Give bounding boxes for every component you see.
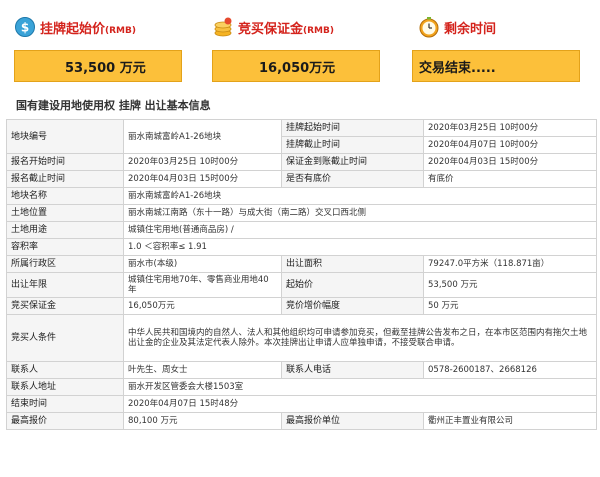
parcel-name-value: 丽水南城富岭A1-26地块 <box>123 187 597 205</box>
far-value: 1.0 ＜容积率≤ 1.91 <box>123 238 597 256</box>
end-time-value: 2020年04月07日 15时48分 <box>123 395 597 413</box>
svg-text:$: $ <box>21 21 29 35</box>
far-key: 容积率 <box>6 238 124 256</box>
location-key: 土地位置 <box>6 204 124 222</box>
table-row: 竞买保证金 16,050万元 竞价增价幅度 50 万元 <box>6 297 597 315</box>
remaining-value: 交易结束..... <box>412 50 580 82</box>
end-time-key: 结束时间 <box>6 395 124 413</box>
address-value: 丽水开发区管委会大楼1503室 <box>123 378 597 396</box>
parcel-no-key: 地块编号 <box>6 119 124 154</box>
deposit-row-value: 16,050万元 <box>123 297 282 315</box>
reg-end-value: 2020年04月03日 15时00分 <box>123 170 282 188</box>
summary-bar: $ 挂牌起始价(RMB) 53,500 万元 竞买保证金(RMB) 16,050… <box>0 0 600 90</box>
district-value: 丽水市(本级) <box>123 255 282 273</box>
max-bidder-key: 最高报价单位 <box>281 412 424 430</box>
contact-value: 叶先生、周女士 <box>123 361 282 379</box>
clock-icon <box>418 16 440 38</box>
start-price-unit: (RMB) <box>105 25 136 36</box>
term-key: 出让年限 <box>6 272 124 298</box>
max-bidder-value: 衢州正丰置业有限公司 <box>423 412 597 430</box>
parcel-no-value: 丽水南城富岭A1-26地块 <box>123 119 282 154</box>
area-value: 79247.0平方米（118.871亩） <box>423 255 597 273</box>
list-start-value: 2020年03月25日 10时00分 <box>423 119 597 137</box>
phone-key: 联系人电话 <box>281 361 424 379</box>
price-icon: $ <box>14 16 36 38</box>
table-row: 出让年限 城镇住宅用地70年、零售商业用地40年 起始价 53,500 万元 <box>6 272 597 298</box>
max-bid-value: 80,100 万元 <box>123 412 282 430</box>
parcel-name-key: 地块名称 <box>6 187 124 205</box>
list-start-key: 挂牌起始时间 <box>281 119 424 137</box>
section-title: 国有建设用地使用权 挂牌 出让基本信息 <box>16 99 211 112</box>
table-row: 竞买人条件 中华人民共和国境内的自然人、法人和其他组织均可申请参加竞买，但截至挂… <box>6 314 597 362</box>
usage-key: 土地用途 <box>6 221 124 239</box>
list-end-key: 挂牌截止时间 <box>281 136 424 154</box>
deposit-value: 16,050万元 <box>212 50 380 82</box>
phone-value: 0578-2600187、2668126 <box>423 361 597 379</box>
deposit-key: 竞买保证金 <box>6 297 124 315</box>
remaining-label: 剩余时间 <box>444 21 497 37</box>
reserve-key: 是否有底价 <box>281 170 424 188</box>
increment-key: 竞价增价幅度 <box>281 297 424 315</box>
table-row: 地块名称 丽水南城富岭A1-26地块 <box>6 187 597 205</box>
table-row: 土地位置 丽水南城江南路（东十一路）与成大街（南二路）交叉口西北侧 <box>6 204 597 222</box>
table-row: 土地用途 城镇住宅用地(普通商品房) / <box>6 221 597 239</box>
reg-end-key: 报名截止时间 <box>6 170 124 188</box>
contact-key: 联系人 <box>6 361 124 379</box>
reserve-value: 有底价 <box>423 170 597 188</box>
start-price-value: 53,500 万元 <box>14 50 182 82</box>
start-price-row-value: 53,500 万元 <box>423 272 597 298</box>
table-row: 报名开始时间 2020年03月25日 10时00分 保证金到账截止时间 2020… <box>6 153 597 171</box>
table-row: 联系人地址 丽水开发区管委会大楼1503室 <box>6 378 597 396</box>
table-row: 地块编号 丽水南城富岭A1-26地块 挂牌起始时间 2020年03月25日 10… <box>6 119 597 154</box>
reg-start-value: 2020年03月25日 10时00分 <box>123 153 282 171</box>
deposit-deadline-key: 保证金到账截止时间 <box>281 153 424 171</box>
max-bid-key: 最高报价 <box>6 412 124 430</box>
start-price-key: 起始价 <box>281 272 424 298</box>
list-end-value: 2020年04月07日 10时00分 <box>423 136 597 154</box>
address-key: 联系人地址 <box>6 378 124 396</box>
table-row: 最高报价 80,100 万元 最高报价单位 衢州正丰置业有限公司 <box>6 412 597 430</box>
location-value: 丽水南城江南路（东十一路）与成大街（南二路）交叉口西北侧 <box>123 204 597 222</box>
conditions-value: 中华人民共和国境内的自然人、法人和其他组织均可申请参加竞买，但截至挂牌公告发布之… <box>123 314 597 362</box>
start-price-label: 挂牌起始价 <box>40 21 106 37</box>
conditions-key: 竞买人条件 <box>6 314 124 362</box>
usage-value: 城镇住宅用地(普通商品房) / <box>123 221 597 239</box>
reg-start-key: 报名开始时间 <box>6 153 124 171</box>
deposit-label: 竞买保证金 <box>238 21 304 37</box>
term-value: 城镇住宅用地70年、零售商业用地40年 <box>123 272 282 298</box>
deposit-icon <box>212 16 234 38</box>
land-info-table: 地块编号 丽水南城富岭A1-26地块 挂牌起始时间 2020年03月25日 10… <box>6 119 597 430</box>
table-row: 容积率 1.0 ＜容积率≤ 1.91 <box>6 238 597 256</box>
deposit-deadline-value: 2020年04月03日 15时00分 <box>423 153 597 171</box>
table-row: 所属行政区 丽水市(本级) 出让面积 79247.0平方米（118.871亩） <box>6 255 597 273</box>
area-key: 出让面积 <box>281 255 424 273</box>
table-row: 联系人 叶先生、周女士 联系人电话 0578-2600187、2668126 <box>6 361 597 379</box>
district-key: 所属行政区 <box>6 255 124 273</box>
table-row: 结束时间 2020年04月07日 15时48分 <box>6 395 597 413</box>
deposit-unit: (RMB) <box>303 25 334 36</box>
increment-value: 50 万元 <box>423 297 597 315</box>
table-row: 报名截止时间 2020年04月03日 15时00分 是否有底价 有底价 <box>6 170 597 188</box>
